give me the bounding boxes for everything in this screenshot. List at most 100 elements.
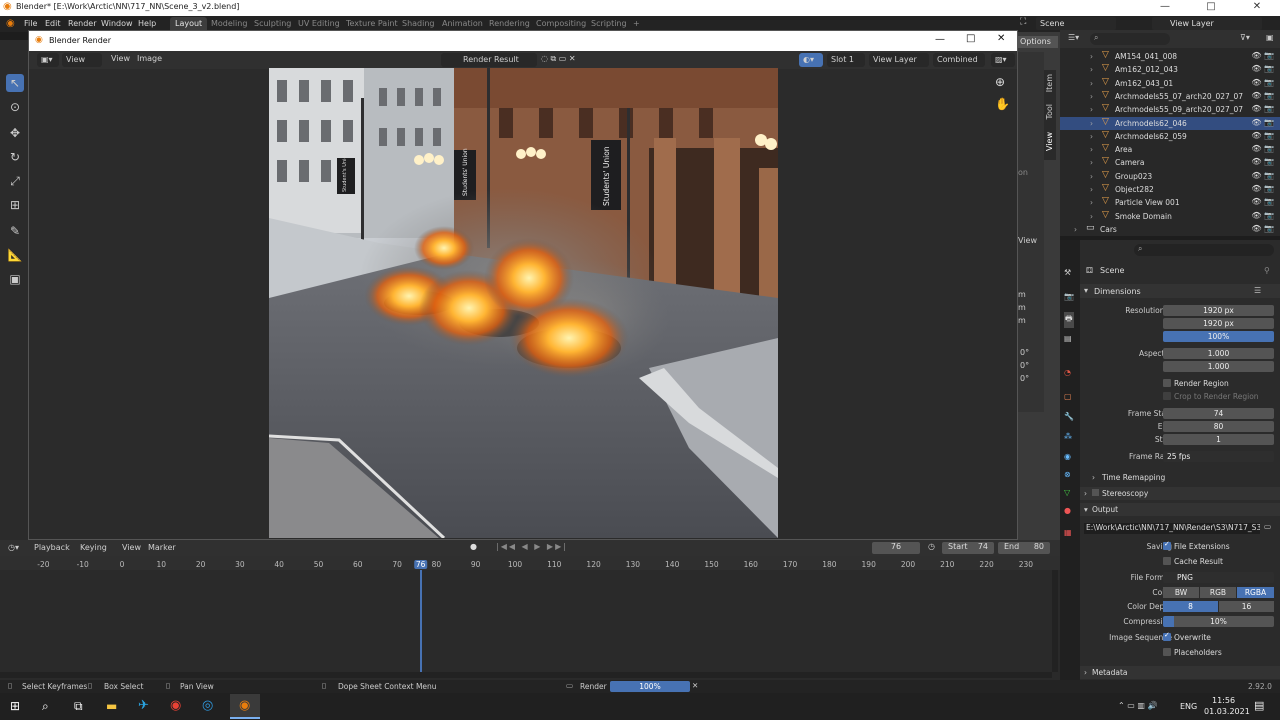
aspect-x-field[interactable]: 1.000 bbox=[1163, 348, 1274, 359]
output-path-field[interactable]: E:\Work\Arctic\NN\717_NN\Render\S3\N717_… bbox=[1084, 523, 1260, 534]
resolution-percent-field[interactable]: 100% bbox=[1163, 331, 1274, 342]
visibility-eye-icon[interactable]: 👁 📷 bbox=[1251, 144, 1274, 153]
render-props-icon[interactable]: 📷 bbox=[1064, 292, 1074, 301]
outliner-row[interactable]: › ▽ Archmodels55_09_arch20_027_07 👁 📷 bbox=[1060, 103, 1280, 116]
expand-arrow-icon[interactable]: › bbox=[1090, 65, 1093, 74]
tab-texture-paint[interactable]: Texture Paint bbox=[341, 17, 403, 31]
scene-selector[interactable]: Scene bbox=[1036, 17, 1116, 30]
expand-arrow-icon[interactable]: › bbox=[1090, 212, 1093, 221]
placeholders-checkbox[interactable] bbox=[1163, 648, 1171, 656]
visibility-eye-icon[interactable]: 👁 📷 bbox=[1251, 224, 1274, 233]
clock-time[interactable]: 11:56 bbox=[1212, 696, 1235, 705]
expand-arrow-icon[interactable]: › bbox=[1090, 198, 1093, 207]
playback-controls[interactable]: |◀◀ ◀ ▶ ▶▶| bbox=[496, 542, 568, 551]
outliner-row[interactable]: › ▽ Archmodels62_046 👁 📷 bbox=[1060, 116, 1280, 130]
expand-arrow-icon[interactable]: › bbox=[1090, 132, 1093, 141]
clock-icon[interactable]: ◷▾ bbox=[8, 543, 19, 552]
render-minimize-button[interactable]: — bbox=[935, 34, 945, 45]
properties-search-input[interactable] bbox=[1134, 244, 1274, 256]
menu-help[interactable]: Help bbox=[138, 19, 156, 28]
folder-icon[interactable]: ▭ bbox=[1264, 522, 1271, 531]
presets-icon[interactable]: ☰ bbox=[1254, 286, 1261, 295]
close-button[interactable]: ✕ bbox=[1234, 0, 1280, 16]
transform-tool-icon[interactable]: ⊞ bbox=[6, 196, 24, 214]
outliner-row[interactable]: › ▽ Am162_043_01 👁 📷 bbox=[1060, 77, 1280, 90]
frame-step-field[interactable]: 1 bbox=[1163, 434, 1274, 445]
editor-type-icon[interactable]: ▣▾ bbox=[37, 53, 59, 67]
tab-sculpting[interactable]: Sculpting bbox=[249, 17, 296, 31]
blender-taskbar-icon[interactable]: ◉ bbox=[230, 694, 260, 719]
expand-arrow-icon[interactable]: › bbox=[1090, 92, 1093, 101]
resolution-y-field[interactable]: 1920 px bbox=[1163, 318, 1274, 329]
frame-start-field[interactable]: 74 bbox=[1163, 408, 1274, 419]
tab-view[interactable]: View bbox=[1045, 132, 1054, 151]
outliner-search-input[interactable] bbox=[1090, 33, 1170, 45]
overwrite-checkbox[interactable] bbox=[1163, 631, 1171, 641]
outliner-row[interactable]: › ▽ Group023 👁 📷 bbox=[1060, 170, 1280, 183]
maximize-button[interactable]: □ bbox=[1188, 0, 1234, 16]
tab-shading[interactable]: Shading bbox=[397, 17, 440, 31]
outliner-editor-icon[interactable]: ☰▾ bbox=[1068, 33, 1079, 42]
crop-region-checkbox[interactable] bbox=[1163, 392, 1171, 400]
tray-icons[interactable]: ⌃ ▭ ▥ 🔊 bbox=[1118, 701, 1157, 710]
visibility-eye-icon[interactable]: 👁 📷 bbox=[1251, 131, 1274, 140]
menu-view[interactable]: View bbox=[122, 543, 141, 552]
visibility-eye-icon[interactable]: 👁 📷 bbox=[1251, 91, 1274, 100]
measure-tool-icon[interactable]: 📐 bbox=[6, 246, 24, 264]
tab-animation[interactable]: Animation bbox=[437, 17, 488, 31]
dimensions-panel-header[interactable]: ▾ Dimensions ☰ bbox=[1080, 284, 1280, 298]
menu-edit[interactable]: Edit bbox=[45, 19, 61, 28]
overlay-toggle-icon[interactable]: ◐▾ bbox=[799, 53, 823, 67]
depth-8-button[interactable]: 8 bbox=[1163, 601, 1218, 612]
windows-start-icon[interactable]: ⊞ bbox=[10, 699, 20, 713]
render-maximize-button[interactable]: □ bbox=[966, 33, 975, 44]
cursor-tool-icon[interactable]: ⊙ bbox=[6, 98, 24, 116]
texture-props-icon[interactable]: ▦ bbox=[1064, 528, 1072, 537]
tool-props-icon[interactable]: ⚒ bbox=[1064, 268, 1071, 277]
cache-result-checkbox[interactable] bbox=[1163, 557, 1171, 565]
outliner-row[interactable]: › ▽ Archmodels62_059 👁 📷 bbox=[1060, 130, 1280, 143]
pass-dropdown[interactable]: Combined bbox=[933, 53, 985, 67]
select-tool-icon[interactable]: ↖ bbox=[6, 74, 24, 92]
blender-menu-icon[interactable]: ◉ bbox=[6, 18, 15, 29]
search-icon[interactable]: ⌕ bbox=[42, 699, 49, 714]
expand-arrow-icon[interactable]: › bbox=[1090, 145, 1093, 154]
record-icon[interactable]: ● bbox=[470, 542, 477, 551]
material-props-icon[interactable]: ● bbox=[1064, 506, 1071, 515]
expand-arrow-icon[interactable]: › bbox=[1090, 158, 1093, 167]
expand-arrow-icon[interactable]: › bbox=[1090, 172, 1093, 181]
file-extensions-checkbox[interactable] bbox=[1163, 540, 1171, 550]
edge-icon[interactable]: ◎ bbox=[202, 698, 213, 713]
outliner-row[interactable]: › ▽ Archmodels55_07_arch20_027_07 👁 📷 bbox=[1060, 90, 1280, 103]
pin-icon[interactable]: ⚲ bbox=[1264, 266, 1270, 275]
depth-16-button[interactable]: 16 bbox=[1219, 601, 1274, 612]
tab-rendering[interactable]: Rendering bbox=[484, 17, 535, 31]
menu-view[interactable]: View bbox=[111, 54, 130, 63]
outliner-row[interactable]: › ▽ Am162_012_043 👁 📷 bbox=[1060, 63, 1280, 76]
chrome-icon[interactable]: ◉ bbox=[170, 698, 181, 713]
tab-modeling[interactable]: Modeling bbox=[206, 17, 252, 31]
options-button[interactable]: Options bbox=[1018, 36, 1058, 48]
visibility-eye-icon[interactable]: 👁 📷 bbox=[1251, 211, 1274, 220]
new-collection-icon[interactable]: ▣ bbox=[1266, 33, 1274, 42]
slot-dropdown[interactable]: Slot 1 bbox=[827, 53, 865, 67]
scale-tool-icon[interactable]: ⤢ bbox=[6, 172, 24, 190]
expand-arrow-icon[interactable]: › bbox=[1090, 119, 1093, 128]
rotate-tool-icon[interactable]: ↻ bbox=[6, 148, 24, 166]
file-explorer-icon[interactable]: ▬ bbox=[106, 699, 117, 713]
output-props-icon[interactable]: 🖶 bbox=[1064, 312, 1074, 328]
stereoscopy-header[interactable]: Stereoscopy bbox=[1102, 489, 1148, 498]
visibility-eye-icon[interactable]: 👁 📷 bbox=[1251, 104, 1274, 113]
visibility-eye-icon[interactable]: 👁 📷 bbox=[1251, 184, 1274, 193]
render-close-button[interactable]: ✕ bbox=[997, 33, 1005, 44]
frame-rate-dropdown[interactable]: 25 fps bbox=[1163, 451, 1274, 462]
color-rgba-button[interactable]: RGBA bbox=[1237, 587, 1274, 598]
tab-tool[interactable]: Tool bbox=[1045, 104, 1054, 120]
notifications-icon[interactable]: ▤ bbox=[1254, 699, 1264, 712]
file-format-dropdown[interactable]: PNG bbox=[1163, 572, 1274, 583]
zoom-icon[interactable]: ⊕ bbox=[995, 75, 1005, 89]
physics-props-icon[interactable]: ◉ bbox=[1064, 452, 1071, 461]
filter-icon[interactable]: ⊽▾ bbox=[1240, 33, 1250, 42]
outliner-row[interactable]: › ▽ Camera 👁 📷 bbox=[1060, 156, 1280, 169]
view-layer-dropdown[interactable]: View Layer bbox=[869, 53, 929, 67]
